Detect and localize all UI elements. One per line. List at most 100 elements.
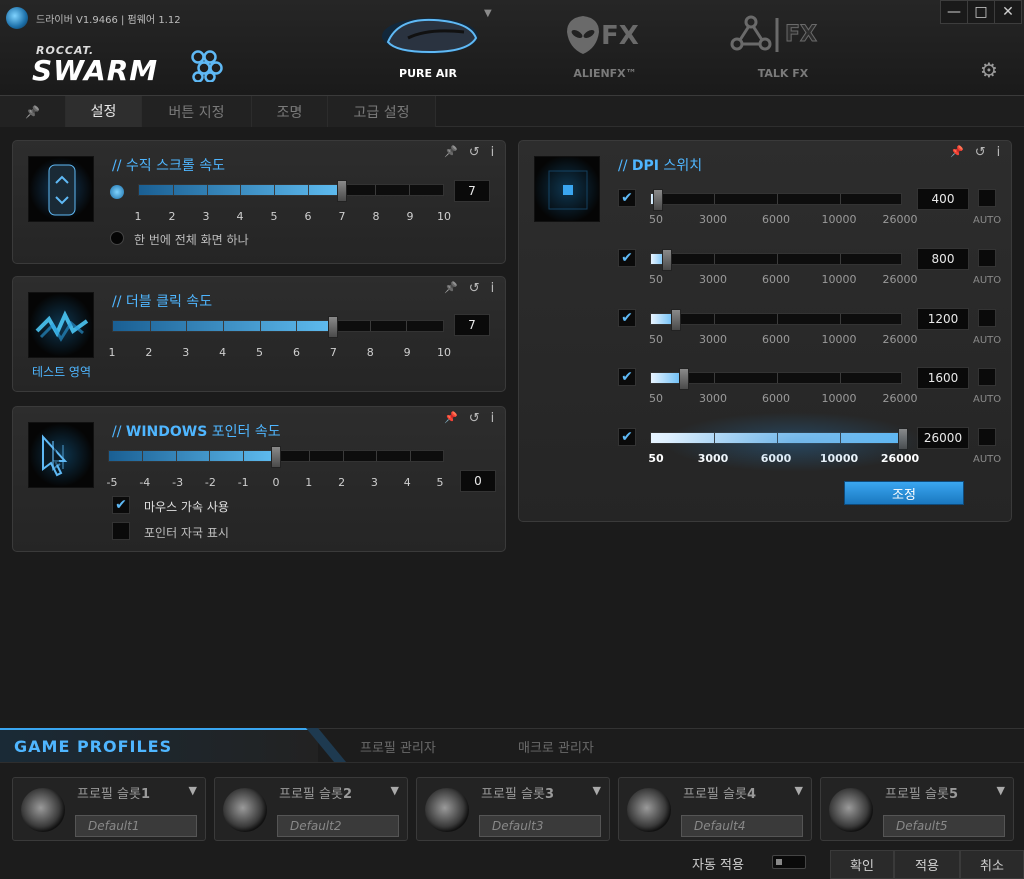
gear-icon[interactable]: ⚙ — [980, 58, 998, 82]
profile-slot-4[interactable]: 프로필 슬롯4 ▼ Default4 — [618, 777, 812, 841]
device-tab-alienfx[interactable]: FX ALIENFX™ — [545, 0, 665, 96]
profile-name-field[interactable]: Default4 — [681, 815, 803, 837]
tab-lighting[interactable]: 조명 — [252, 96, 328, 127]
pointer-speed-slider[interactable] — [108, 446, 444, 468]
tab-button-assign[interactable]: 버튼 지정 — [142, 96, 252, 127]
profile-slot-3[interactable]: 프로필 슬롯3 ▼ Default3 — [416, 777, 610, 841]
device-tab-talkfx[interactable]: FX TALK FX — [725, 0, 841, 96]
dpi-panel-icons: 📌 ↺ i — [950, 145, 1000, 160]
dpi-row-value[interactable]: 1200 — [917, 308, 969, 330]
slider-knob[interactable] — [670, 309, 681, 331]
info-icon[interactable]: i — [491, 281, 495, 296]
reset-icon[interactable]: ↺ — [975, 145, 986, 160]
profile-name-field[interactable]: Default3 — [479, 815, 601, 837]
swarm-logo: SWARM — [32, 54, 159, 87]
pin-icon[interactable]: 📌 — [444, 411, 458, 426]
info-icon[interactable]: i — [491, 145, 495, 160]
tick-label: 9 — [406, 210, 414, 223]
profile-slot-2[interactable]: 프로필 슬롯2 ▼ Default2 — [214, 777, 408, 841]
slider-tick — [369, 321, 371, 331]
reset-icon[interactable]: ↺ — [469, 145, 480, 160]
dpi-tick-label: 10000 — [821, 273, 857, 286]
dpi-row-value[interactable]: 1600 — [917, 367, 969, 389]
adjust-button[interactable]: 조정 — [844, 481, 964, 505]
macro-manager-tab[interactable]: 매크로 관리자 — [518, 737, 594, 756]
slider-knob[interactable] — [336, 180, 347, 202]
auto-apply-toggle[interactable] — [772, 855, 806, 869]
dpi-row-checkbox[interactable]: ✔ — [618, 249, 636, 267]
reset-icon[interactable]: ↺ — [469, 281, 480, 296]
profile-name-field[interactable]: Default2 — [277, 815, 399, 837]
close-button[interactable]: ✕ — [994, 0, 1022, 24]
scroll-fullscreen-radio[interactable] — [110, 231, 124, 245]
info-icon[interactable]: i — [997, 145, 1001, 160]
slider-tick — [714, 194, 715, 204]
pin-icon[interactable]: 📌 — [950, 145, 964, 160]
scroll-speed-slider[interactable] — [138, 180, 444, 202]
dpi-auto-checkbox[interactable] — [978, 189, 996, 207]
dpi-row-slider[interactable] — [650, 368, 902, 390]
minimize-button[interactable]: — — [940, 0, 968, 24]
reset-icon[interactable]: ↺ — [469, 411, 480, 426]
device-dropdown-icon[interactable]: ▼ — [484, 8, 492, 19]
tick-label: 10 — [437, 210, 451, 223]
dpi-row-checkbox[interactable]: ✔ — [618, 368, 636, 386]
device-tab-pure-air[interactable]: PURE AIR — [370, 0, 486, 96]
slider-knob[interactable] — [328, 316, 338, 338]
dpi-row-checkbox[interactable]: ✔ — [618, 428, 636, 446]
double-click-panel-icons: 📌 ↺ i — [444, 281, 494, 296]
profile-name-field[interactable]: Default1 — [75, 815, 197, 837]
dpi-row-value[interactable]: 400 — [917, 188, 969, 210]
dpi-row-checkbox[interactable]: ✔ — [618, 189, 636, 207]
dpi-row-value[interactable]: 800 — [917, 248, 969, 270]
dpi-auto-checkbox[interactable] — [978, 249, 996, 267]
dpi-row-value[interactable]: 26000 — [917, 427, 969, 449]
tab-advanced[interactable]: 고급 설정 — [328, 96, 436, 127]
trail-checkbox[interactable] — [112, 522, 130, 540]
chevron-down-icon[interactable]: ▼ — [593, 784, 601, 797]
dpi-row-slider[interactable] — [650, 309, 902, 331]
double-click-slider[interactable] — [112, 316, 444, 338]
dpi-row-slider[interactable] — [650, 189, 902, 211]
apply-button[interactable]: 적용 — [894, 850, 960, 879]
dpi-tick-label: 3000 — [699, 273, 727, 286]
chevron-down-icon[interactable]: ▼ — [795, 784, 803, 797]
chevron-down-icon[interactable]: ▼ — [391, 784, 399, 797]
dpi-auto-checkbox[interactable] — [978, 428, 996, 446]
slider-tick — [206, 185, 208, 195]
slider-tick — [376, 451, 378, 461]
tick-label: 1 — [134, 210, 142, 223]
slider-tick — [240, 185, 242, 195]
slider-knob[interactable] — [679, 368, 690, 390]
dpi-sensor-image — [534, 156, 600, 222]
ok-button[interactable]: 확인 — [830, 850, 894, 879]
double-click-test-image[interactable] — [28, 292, 94, 358]
chevron-down-icon[interactable]: ▼ — [189, 784, 197, 797]
accel-checkbox[interactable]: ✔ — [112, 496, 130, 514]
profile-name-field[interactable]: Default5 — [883, 815, 1005, 837]
profile-manager-tab[interactable]: 프로필 관리자 — [360, 737, 436, 756]
roccat-profile-icon — [829, 788, 873, 832]
pin-icon[interactable]: 📌 — [444, 281, 458, 296]
dpi-row-checkbox[interactable]: ✔ — [618, 309, 636, 327]
tick-label: 4 — [219, 346, 227, 359]
cancel-button[interactable]: 취소 — [960, 850, 1024, 879]
dpi-auto-label: AUTO — [973, 394, 1002, 405]
pin-icon[interactable]: 📌 — [444, 145, 458, 160]
slider-knob[interactable] — [653, 189, 664, 211]
tab-settings[interactable]: 설정 — [66, 96, 142, 127]
device-label-talkfx: TALK FX — [757, 67, 809, 80]
maximize-button[interactable]: □ — [967, 0, 995, 24]
profile-slot-5[interactable]: 프로필 슬롯5 ▼ Default5 — [820, 777, 1014, 841]
chevron-down-icon[interactable]: ▼ — [997, 784, 1005, 797]
slider-knob[interactable] — [271, 446, 281, 468]
tab-pin[interactable]: 📌 — [0, 96, 66, 127]
dpi-row-slider[interactable] — [650, 249, 902, 271]
scroll-lines-radio[interactable] — [110, 185, 124, 199]
profile-slot-1[interactable]: 프로필 슬롯1 ▼ Default1 — [12, 777, 206, 841]
info-icon[interactable]: i — [491, 411, 495, 426]
dpi-tick-label: 6000 — [762, 392, 790, 405]
slider-knob[interactable] — [662, 249, 673, 271]
dpi-auto-checkbox[interactable] — [978, 309, 996, 327]
dpi-auto-checkbox[interactable] — [978, 368, 996, 386]
